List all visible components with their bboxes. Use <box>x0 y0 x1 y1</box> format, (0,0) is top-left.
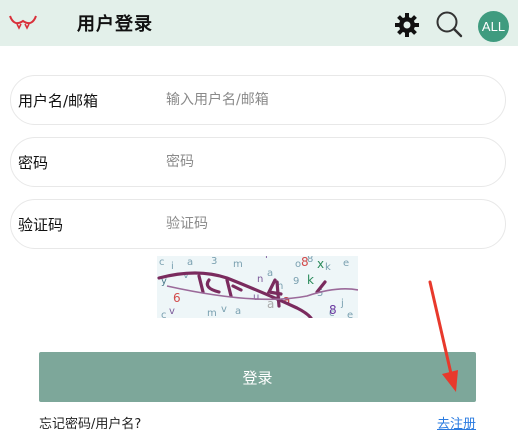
password-row: 密码 <box>10 137 506 187</box>
svg-text:8: 8 <box>301 256 309 269</box>
forgot-password-link[interactable]: 忘记密码/用户名? <box>39 413 141 432</box>
password-label: 密码 <box>18 154 49 172</box>
username-label: 用户名/邮箱 <box>18 92 99 110</box>
svg-text:x: x <box>317 257 324 271</box>
svg-text:k: k <box>325 262 331 273</box>
captcha-row: 验证码 <box>10 199 506 249</box>
svg-text:m: m <box>207 308 217 318</box>
svg-text:v: v <box>221 304 227 315</box>
svg-text:n: n <box>257 274 263 285</box>
svg-text:i: i <box>171 261 174 272</box>
svg-text:v: v <box>169 306 175 317</box>
svg-text:9: 9 <box>293 276 299 287</box>
login-button[interactable]: 登录 <box>39 352 476 402</box>
svg-text:6: 6 <box>173 291 181 305</box>
svg-text:3: 3 <box>211 256 217 267</box>
svg-text:a: a <box>187 257 193 268</box>
top-header-bar: 用户登录 ALL <box>0 0 518 46</box>
captcha-image[interactable]: cia 3ma o8k ey vh9 5je cmv avc vu ni 6 8… <box>157 256 358 318</box>
register-link[interactable]: 去注册 <box>437 413 476 432</box>
captcha-input[interactable] <box>166 212 486 236</box>
page-title: 用户登录 <box>77 14 153 35</box>
svg-text:e: e <box>347 310 353 318</box>
svg-text:e: e <box>343 258 349 269</box>
search-icon[interactable] <box>435 10 463 38</box>
svg-text:8: 8 <box>329 303 337 317</box>
svg-text:m: m <box>233 259 243 270</box>
svg-text:c: c <box>161 310 167 318</box>
svg-text:j: j <box>340 298 344 309</box>
svg-text:a: a <box>235 306 241 317</box>
password-input[interactable] <box>166 150 486 174</box>
username-row: 用户名/邮箱 <box>10 75 506 125</box>
svg-text:a: a <box>267 268 273 279</box>
svg-text:u: u <box>253 292 259 303</box>
mustache-logo-icon[interactable] <box>8 13 38 31</box>
avatar[interactable]: ALL <box>478 11 509 42</box>
svg-text:i: i <box>265 256 268 261</box>
svg-text:c: c <box>159 257 165 268</box>
captcha-label: 验证码 <box>18 216 64 234</box>
gear-icon[interactable] <box>394 12 420 38</box>
username-input[interactable] <box>166 88 486 112</box>
annotation-arrow-icon <box>428 280 458 392</box>
svg-text:k: k <box>307 273 314 287</box>
